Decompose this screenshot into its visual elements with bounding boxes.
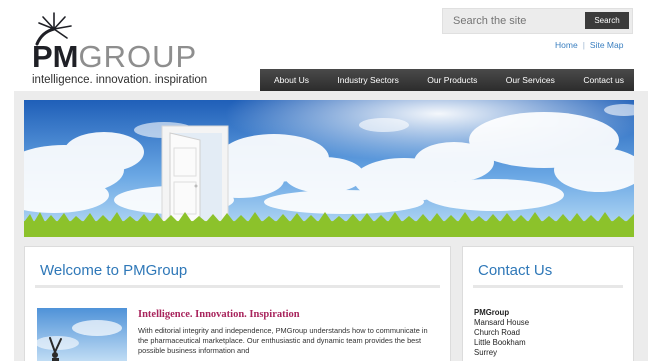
search-button[interactable]: Search	[585, 12, 629, 29]
logo-tagline: intelligence. innovation. inspiration	[32, 74, 208, 86]
address-line: Surrey	[474, 348, 497, 357]
site-logo[interactable]: PMGROUP intelligence. innovation. inspir…	[14, 12, 207, 86]
logo-name-light: GROUP	[78, 39, 198, 74]
contact-heading: Contact Us	[478, 262, 553, 279]
address-line: Mansard House	[474, 318, 530, 327]
address-line: Church Road	[474, 328, 520, 337]
contact-divider	[473, 285, 623, 288]
hero-banner	[24, 100, 634, 237]
search-box: Search	[442, 8, 633, 34]
logo-name-bold: PM	[32, 39, 79, 74]
contact-address: PMGroup Mansard House Church Road Little…	[474, 308, 529, 358]
celebrating-person-image	[37, 308, 127, 361]
utility-links: Home | Site Map	[555, 40, 633, 50]
welcome-heading: Welcome to PMGroup	[40, 262, 188, 279]
nav-item-industry-sectors[interactable]: Industry Sectors	[337, 75, 398, 85]
nav-item-our-products[interactable]: Our Products	[427, 75, 477, 85]
search-input[interactable]	[449, 12, 581, 30]
page: PMGROUP intelligence. innovation. inspir…	[0, 0, 648, 361]
contact-panel: Contact Us PMGroup Mansard House Church …	[462, 246, 634, 361]
nav-item-our-services[interactable]: Our Services	[506, 75, 555, 85]
welcome-subheading: Intelligence. Innovation. Inspiration	[138, 309, 300, 320]
utility-separator: |	[582, 40, 585, 50]
welcome-photo	[37, 308, 127, 361]
welcome-body-text: With editorial integrity and independenc…	[138, 326, 428, 355]
main-nav: About Us Industry Sectors Our Products O…	[260, 69, 634, 91]
nav-item-contact-us[interactable]: Contact us	[583, 75, 624, 85]
address-line: Little Bookham	[474, 338, 526, 347]
welcome-divider	[35, 285, 440, 288]
banner-image	[24, 100, 634, 237]
logo-wordmark: PMGROUP	[32, 41, 197, 72]
home-link[interactable]: Home	[555, 40, 578, 50]
sitemap-link[interactable]: Site Map	[590, 40, 624, 50]
contact-company: PMGroup	[474, 308, 510, 317]
welcome-panel: Welcome to PMGroup Intelligence. Innovat…	[24, 246, 451, 361]
nav-item-about-us[interactable]: About Us	[274, 75, 309, 85]
